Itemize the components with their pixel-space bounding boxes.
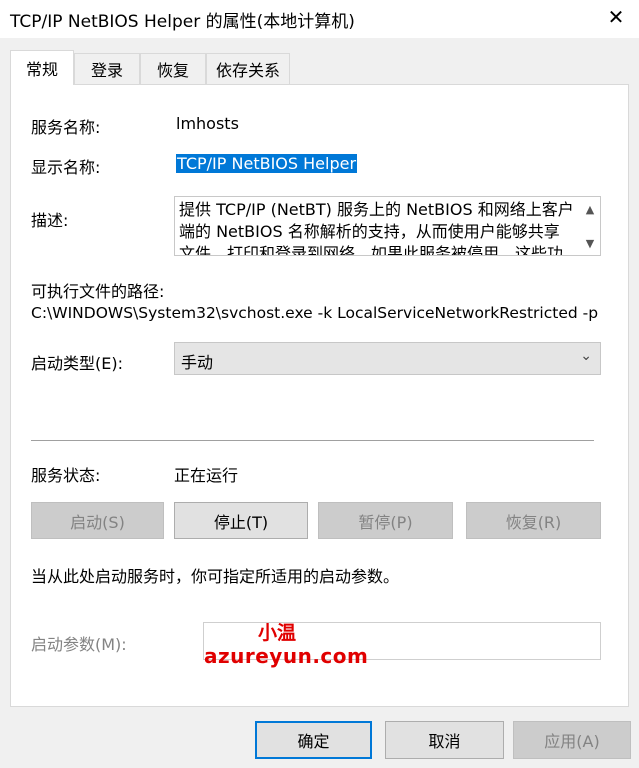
watermark-line1: 小温 (258, 622, 297, 644)
display-name-label: 显示名称: (31, 158, 101, 177)
scroll-down-icon[interactable]: ▼ (580, 233, 600, 253)
window-title: TCP/IP NetBIOS Helper 的属性(本地计算机) (10, 12, 355, 32)
startup-type-value: 手动 (181, 353, 214, 372)
description-box[interactable]: 提供 TCP/IP (NetBT) 服务上的 NetBIOS 和网络上客户端的 … (174, 196, 601, 256)
start-button[interactable]: 启动(S) (31, 502, 164, 539)
apply-button[interactable]: 应用(A) (513, 721, 631, 759)
description-label: 描述: (31, 211, 69, 230)
tab-recovery[interactable]: 恢复 (140, 53, 206, 84)
startup-type-label: 启动类型(E): (31, 354, 123, 373)
description-scrollbar[interactable]: ▲ ▼ (580, 197, 600, 255)
service-name-value: lmhosts (176, 114, 239, 133)
start-params-hint: 当从此处启动服务时，你可指定所适用的启动参数。 (31, 567, 400, 586)
tab-general[interactable]: 常规 (10, 50, 74, 85)
watermark-line2: azureyun.com (204, 644, 369, 668)
description-text: 提供 TCP/IP (NetBT) 服务上的 NetBIOS 和网络上客户端的 … (179, 200, 574, 256)
scroll-up-icon[interactable]: ▲ (580, 199, 600, 219)
exe-path-label: 可执行文件的路径: (31, 282, 165, 301)
pause-button[interactable]: 暂停(P) (318, 502, 453, 539)
startup-type-select[interactable]: 手动 ⌄ (174, 342, 601, 375)
chevron-down-icon: ⌄ (580, 348, 592, 364)
display-name-field[interactable]: TCP/IP NetBIOS Helper (176, 154, 358, 173)
section-divider (31, 440, 594, 441)
stop-button[interactable]: 停止(T) (174, 502, 308, 539)
ok-button[interactable]: 确定 (255, 721, 372, 759)
service-status-value: 正在运行 (174, 466, 239, 485)
cancel-button[interactable]: 取消 (385, 721, 504, 759)
start-params-label: 启动参数(M): (31, 635, 127, 654)
close-icon: ✕ (607, 5, 625, 29)
close-button[interactable]: ✕ (593, 0, 639, 34)
tab-logon[interactable]: 登录 (74, 53, 140, 84)
tab-dependencies[interactable]: 依存关系 (206, 53, 290, 84)
general-panel: 服务名称: lmhosts 显示名称: TCP/IP NetBIOS Helpe… (10, 84, 629, 707)
resume-button[interactable]: 恢复(R) (466, 502, 601, 539)
service-name-label: 服务名称: (31, 118, 101, 137)
title-bar: TCP/IP NetBIOS Helper 的属性(本地计算机) ✕ (0, 0, 639, 38)
exe-path-value: C:\WINDOWS\System32\svchost.exe -k Local… (31, 304, 599, 322)
service-status-label: 服务状态: (31, 466, 101, 485)
